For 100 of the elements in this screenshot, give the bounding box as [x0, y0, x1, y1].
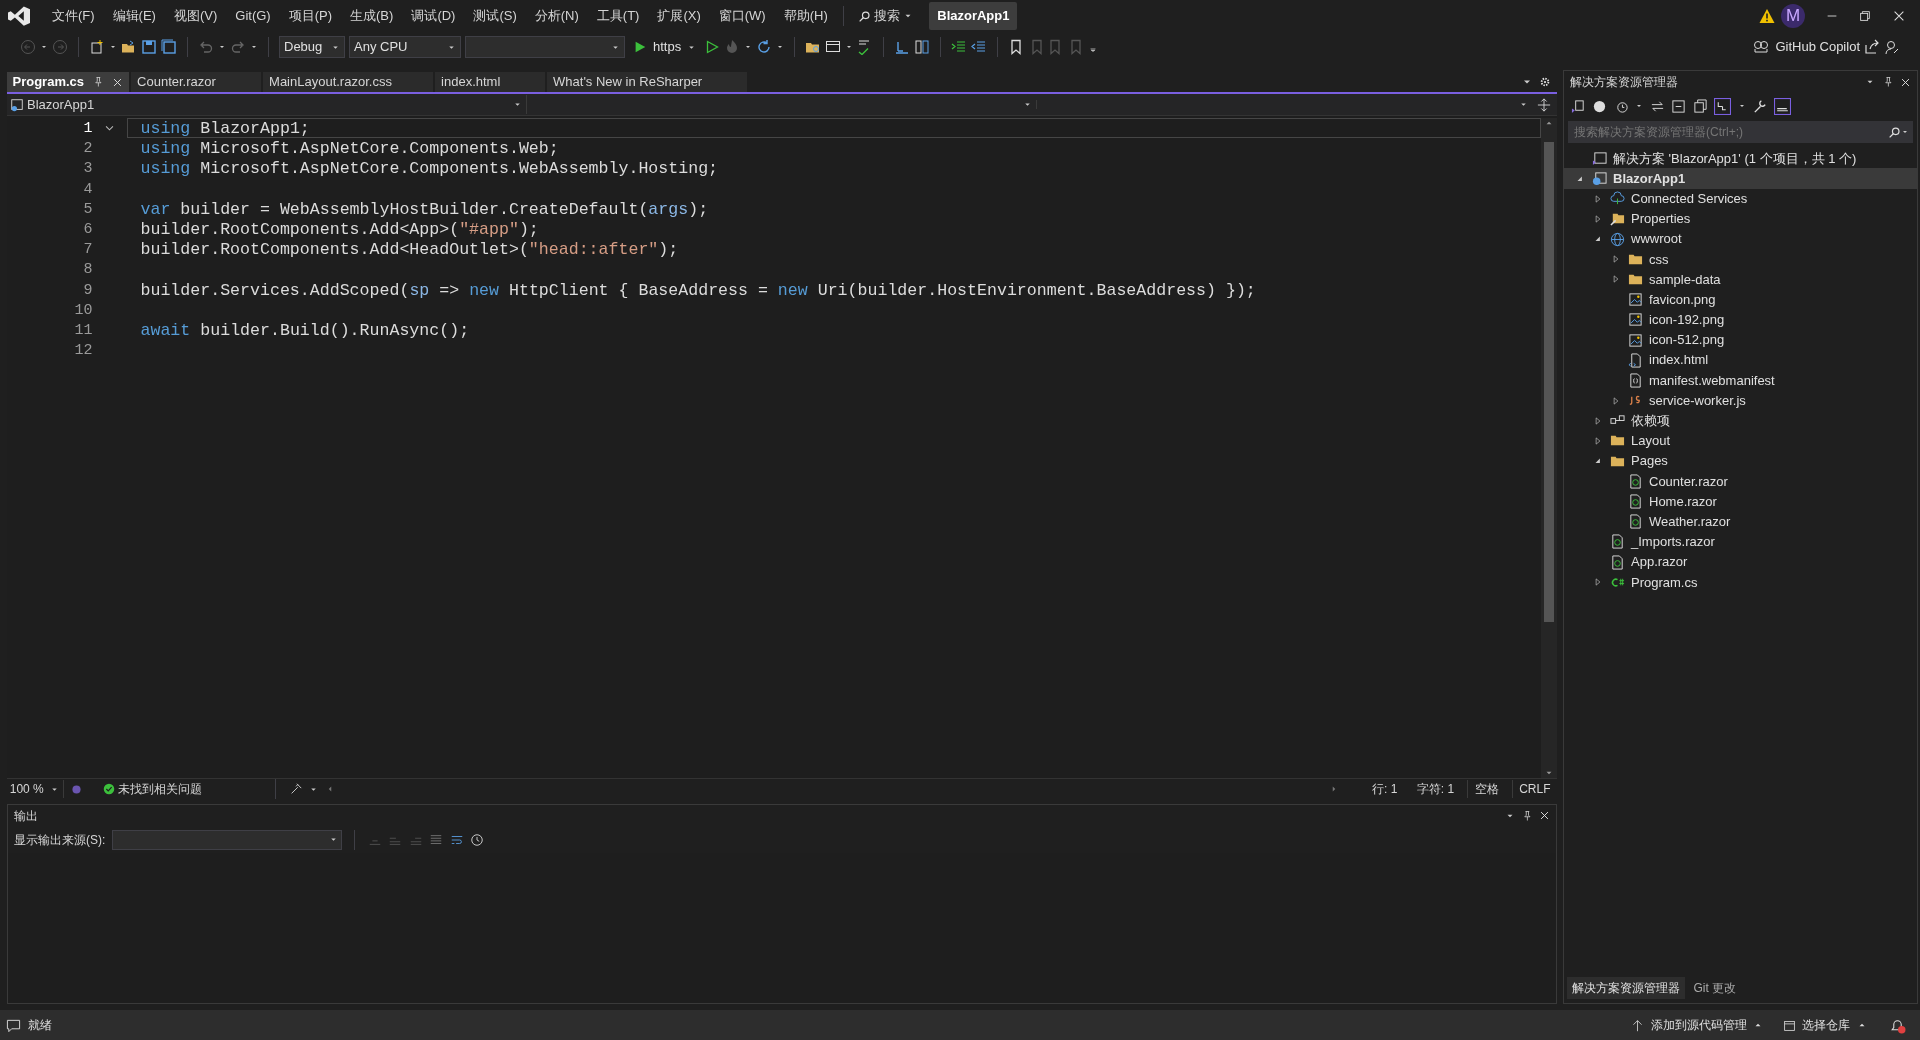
tree-item[interactable]: index.html	[1564, 350, 1917, 371]
feedback-icon[interactable]	[1884, 39, 1900, 55]
expand-arrow-icon[interactable]	[1593, 213, 1603, 224]
expand-arrow-icon[interactable]	[1593, 415, 1603, 426]
undo-icon[interactable]	[198, 39, 214, 55]
wrench-icon[interactable]	[1752, 98, 1767, 114]
expand-arrow-icon[interactable]	[1611, 395, 1621, 406]
tree-item[interactable]: Connected Services	[1564, 188, 1917, 209]
menu-item[interactable]: 帮助(H)	[774, 2, 837, 30]
close-icon[interactable]	[1900, 76, 1911, 88]
tree-item[interactable]: wwwroot	[1564, 229, 1917, 250]
tree-item[interactable]: _Imports.razor	[1564, 531, 1917, 552]
expand-arrow-icon[interactable]	[1593, 577, 1603, 588]
restore-icon[interactable]	[1858, 9, 1872, 23]
save-icon[interactable]	[141, 39, 157, 55]
step-icon[interactable]	[894, 39, 911, 55]
window-layout-icon[interactable]	[825, 39, 842, 55]
tree-item[interactable]: BlazorApp1	[1564, 168, 1917, 189]
collapse-all-icon[interactable]	[1671, 98, 1686, 114]
platform-dropdown[interactable]: Any CPU	[349, 36, 461, 58]
menu-item[interactable]: 窗口(W)	[709, 2, 775, 30]
tree-item[interactable]: manifest.webmanifest	[1564, 370, 1917, 391]
tree-item[interactable]: App.razor	[1564, 552, 1917, 573]
add-to-source-control-button[interactable]: 添加到源代码管理	[1631, 1016, 1763, 1034]
split-icon[interactable]	[1537, 97, 1551, 112]
tree-item[interactable]: Pages	[1564, 451, 1917, 472]
scrollbar-thumb[interactable]	[1544, 142, 1554, 622]
document-tab[interactable]: Counter.razor	[131, 72, 262, 92]
select-repository-button[interactable]: 选择仓库	[1782, 1016, 1867, 1034]
refresh-icon[interactable]	[756, 39, 773, 55]
document-tab[interactable]: MainLayout.razor.css	[263, 72, 434, 92]
menu-item[interactable]: 文件(F)	[43, 2, 104, 30]
tree-item[interactable]: favicon.png	[1564, 289, 1917, 310]
close-icon[interactable]	[112, 76, 124, 88]
tree-view-icon[interactable]	[1714, 97, 1731, 115]
tree-item[interactable]: Counter.razor	[1564, 471, 1917, 492]
menu-item[interactable]: 项目(P)	[279, 2, 342, 30]
switch-views-icon[interactable]	[1570, 98, 1586, 114]
search-box[interactable]: 搜索解决方案资源管理器(Ctrl+;)	[1568, 121, 1913, 143]
document-tab[interactable]: Program.cs	[6, 72, 130, 92]
issues-indicator[interactable]: 未找到相关问题	[102, 780, 263, 798]
document-tab[interactable]: index.html	[435, 72, 546, 92]
run-without-debugging-icon[interactable]	[704, 39, 721, 55]
menu-item[interactable]: 调试(D)	[402, 2, 465, 30]
tree-item[interactable]: sample-data	[1564, 269, 1917, 290]
expand-arrow-icon[interactable]	[1593, 193, 1603, 204]
open-folder-icon[interactable]	[121, 39, 137, 55]
outdent-icon[interactable]	[971, 39, 988, 55]
tree-item[interactable]: service-worker.js	[1564, 390, 1917, 411]
pin-icon[interactable]	[92, 76, 105, 88]
menu-item[interactable]: 工具(T)	[587, 2, 649, 30]
menu-item[interactable]: 分析(N)	[525, 2, 588, 30]
expand-arrow-icon[interactable]	[1593, 435, 1603, 446]
menu-item[interactable]: 生成(B)	[341, 2, 403, 30]
tree-item[interactable]: Program.cs	[1564, 572, 1917, 593]
share-icon[interactable]	[1864, 39, 1880, 55]
tree-item[interactable]: 解决方案 'BlazorApp1' (1 个项目，共 1 个)	[1564, 148, 1917, 169]
pin-icon[interactable]	[1521, 809, 1533, 822]
settings-icon[interactable]	[1539, 76, 1551, 88]
line-ending-indicator[interactable]: CRLF	[1511, 780, 1557, 798]
panel-tab[interactable]: Git 更改	[1688, 977, 1742, 1000]
columns-icon[interactable]	[914, 39, 931, 55]
menu-item[interactable]: 视图(V)	[164, 2, 227, 30]
document-tab[interactable]: What's New in ReSharper	[547, 72, 748, 92]
run-button[interactable]: https	[629, 35, 701, 59]
column-indicator[interactable]: 字符: 1	[1410, 780, 1461, 798]
tree-item[interactable]: icon-192.png	[1564, 309, 1917, 330]
clear-all-icon[interactable]	[429, 832, 444, 847]
tree-item[interactable]: Home.razor	[1564, 491, 1917, 512]
save-all-icon[interactable]	[161, 39, 177, 55]
menu-item[interactable]: 测试(S)	[464, 2, 526, 30]
search-button[interactable]: 搜索	[849, 3, 922, 29]
tree-item[interactable]: Layout	[1564, 430, 1917, 452]
configuration-dropdown[interactable]: Debug	[279, 36, 345, 58]
search-field[interactable]: 搜索解决方案资源管理器(Ctrl+;)	[1572, 122, 1888, 142]
menu-item[interactable]: 扩展(X)	[648, 2, 710, 30]
expand-arrow-icon[interactable]	[1611, 254, 1621, 265]
account-avatar[interactable]: M	[1781, 4, 1805, 28]
zoom-dropdown[interactable]: 100 %	[6, 780, 64, 798]
tree-item[interactable]: Properties	[1564, 208, 1917, 229]
warning-icon[interactable]	[1758, 8, 1775, 24]
indentation-indicator[interactable]: 空格	[1467, 780, 1506, 798]
indent-icon[interactable]	[951, 39, 968, 55]
panel-tab[interactable]: 解决方案资源管理器	[1567, 977, 1686, 1000]
github-copilot-button[interactable]: GitHub Copilot	[1753, 37, 1860, 57]
tree-item[interactable]: icon-512.png	[1564, 329, 1917, 351]
new-item-icon[interactable]	[89, 39, 105, 55]
startup-item-dropdown[interactable]	[465, 36, 625, 58]
preview-icon[interactable]	[1773, 97, 1791, 115]
tree-item[interactable]: Weather.razor	[1564, 511, 1917, 532]
menu-item[interactable]: Git(G)	[226, 2, 280, 30]
menu-item[interactable]: 编辑(E)	[103, 2, 165, 30]
redo-icon[interactable]	[230, 39, 246, 55]
show-all-files-icon[interactable]	[1692, 98, 1708, 114]
clock-icon[interactable]	[470, 832, 485, 847]
close-icon[interactable]	[1539, 810, 1550, 821]
expand-arrow-icon[interactable]	[1611, 274, 1621, 285]
tree-item[interactable]: 依赖项	[1564, 410, 1917, 431]
tree-item[interactable]: css	[1564, 249, 1917, 270]
line-indicator[interactable]: 行: 1	[1365, 780, 1404, 798]
